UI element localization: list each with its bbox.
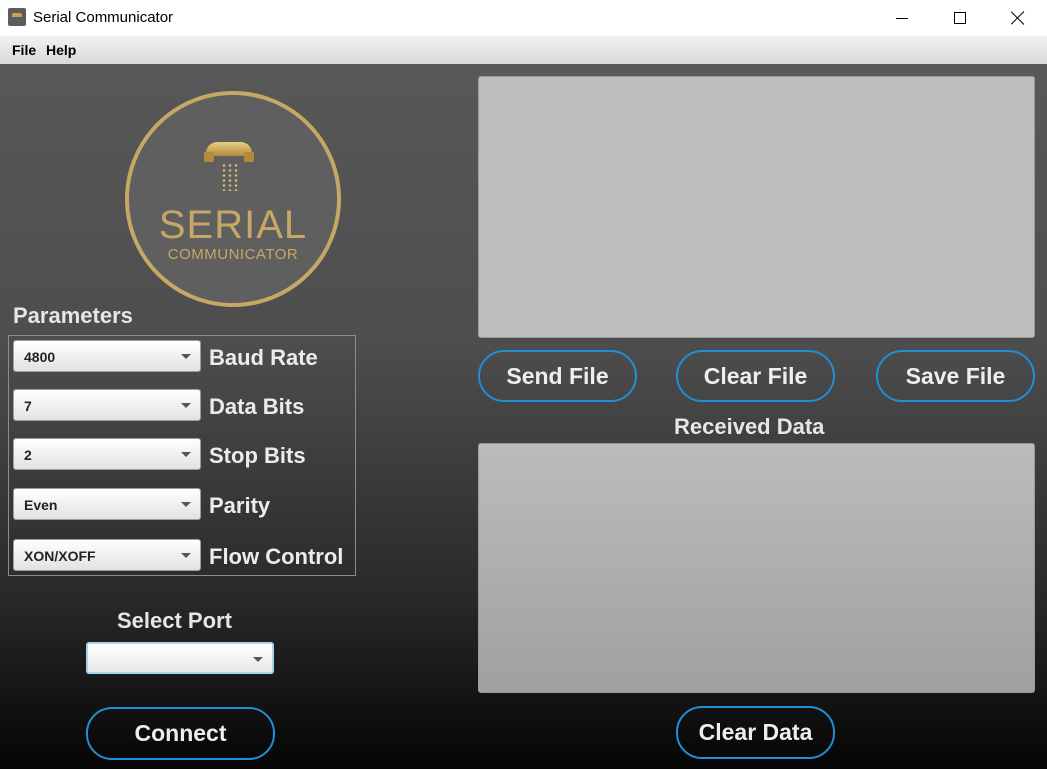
chevron-down-icon [181, 452, 191, 457]
close-icon [1011, 11, 1025, 25]
send-file-button[interactable]: Send File [478, 350, 637, 402]
main-panel: SERIAL COMMUNICATOR Parameters 4800 Baud… [0, 64, 1047, 769]
baud-rate-select[interactable]: 4800 [13, 340, 201, 372]
baud-rate-value: 4800 [24, 349, 56, 365]
parity-value: Even [24, 497, 58, 513]
received-data-label: Received Data [674, 414, 825, 439]
chevron-down-icon [181, 553, 191, 558]
flow-control-value: XON/XOFF [24, 548, 96, 564]
maximize-button[interactable] [931, 0, 989, 36]
stop-bits-select[interactable]: 2 [13, 438, 201, 470]
flow-control-label: Flow Control [209, 544, 344, 569]
maximize-icon [954, 12, 966, 24]
connect-button[interactable]: Connect [86, 707, 275, 760]
baud-rate-label: Baud Rate [209, 345, 318, 370]
telephone-handset-icon [204, 142, 254, 162]
data-bits-value: 7 [24, 398, 32, 414]
minimize-button[interactable] [873, 0, 931, 36]
data-bits-label: Data Bits [209, 394, 305, 419]
chevron-down-icon [253, 657, 263, 662]
parity-label: Parity [209, 493, 271, 518]
app-icon [8, 8, 26, 26]
keypad-dots-icon [221, 163, 239, 191]
send-text-area[interactable] [478, 76, 1035, 338]
received-data-area[interactable] [478, 443, 1035, 693]
menu-file[interactable]: File [12, 42, 36, 58]
chevron-down-icon [181, 502, 191, 507]
chevron-down-icon [181, 354, 191, 359]
menu-help[interactable]: Help [46, 42, 76, 58]
port-select[interactable] [86, 642, 274, 674]
parameters-heading: Parameters [13, 303, 133, 328]
flow-control-select[interactable]: XON/XOFF [13, 539, 201, 571]
logo-title: SERIAL [158, 203, 308, 247]
title-bar: Serial Communicator [0, 0, 1047, 36]
close-button[interactable] [989, 0, 1047, 36]
window-title: Serial Communicator [33, 9, 174, 26]
minimize-icon [896, 17, 908, 19]
chevron-down-icon [181, 403, 191, 408]
select-port-label: Select Port [117, 608, 232, 633]
parity-select[interactable]: Even [13, 488, 201, 520]
save-file-button[interactable]: Save File [876, 350, 1035, 402]
stop-bits-value: 2 [24, 447, 32, 463]
clear-file-button[interactable]: Clear File [676, 350, 835, 402]
stop-bits-label: Stop Bits [209, 443, 306, 468]
app-logo: SERIAL COMMUNICATOR [125, 91, 341, 307]
clear-data-button[interactable]: Clear Data [676, 706, 835, 759]
menu-bar: File Help [0, 36, 1047, 64]
data-bits-select[interactable]: 7 [13, 389, 201, 421]
logo-subtitle: COMMUNICATOR [167, 246, 299, 263]
